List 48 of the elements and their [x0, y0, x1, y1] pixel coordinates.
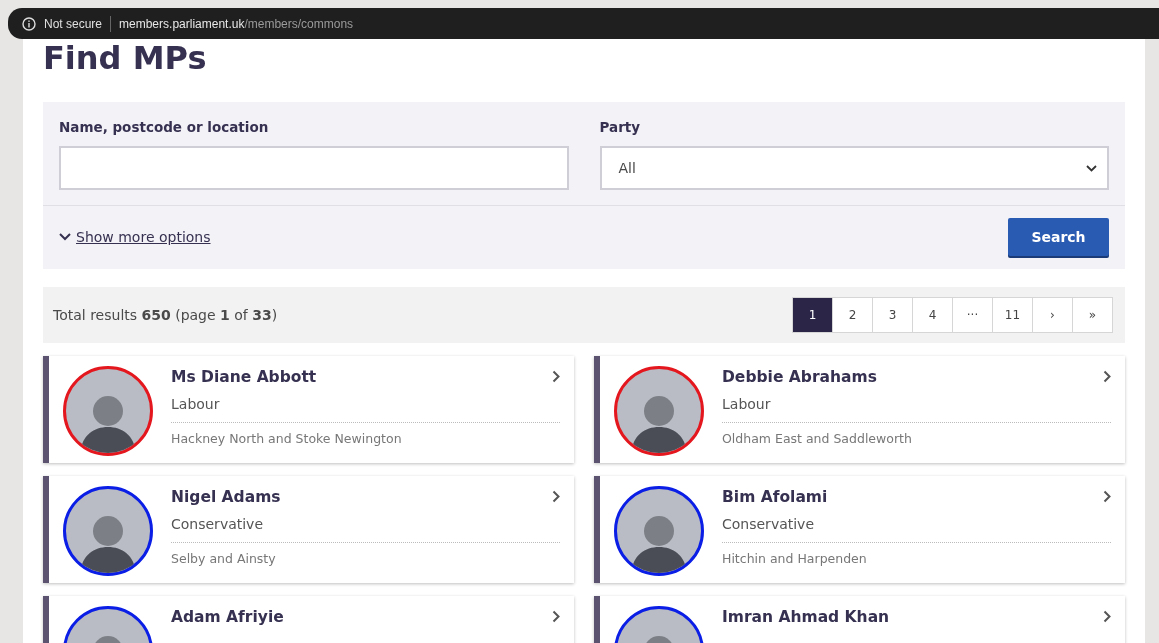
page-title: Find MPs: [43, 39, 208, 77]
chevron-down-icon: [1086, 164, 1097, 172]
member-constituency: Oldham East and Saddleworth: [722, 431, 913, 446]
page-button[interactable]: 4: [912, 297, 953, 333]
member-party: Conservative: [171, 516, 560, 543]
url-text: members.parliament.uk/members/commons: [119, 16, 354, 31]
results-summary: Total results 650 (page 1 of 33): [53, 307, 278, 323]
search-button[interactable]: Search: [1008, 218, 1109, 256]
field-label: Name, postcode or location: [59, 119, 270, 135]
member-card[interactable]: Imran Ahmad Khan: [594, 596, 1125, 643]
member-party: Labour: [171, 396, 560, 423]
page-button[interactable]: 11: [992, 297, 1033, 333]
member-name: Nigel Adams: [171, 487, 281, 506]
member-constituency: Selby and Ainsty: [171, 551, 277, 566]
member-card[interactable]: Bim Afolami Conservative Hitchin and Harpenden: [594, 476, 1125, 583]
page-button[interactable]: »: [1072, 297, 1113, 333]
member-name: Imran Ahmad Khan: [722, 607, 890, 626]
chevron-down-icon: [59, 233, 71, 241]
page-button[interactable]: ···: [952, 297, 993, 333]
show-more-options-link[interactable]: Show more options: [59, 229, 211, 245]
member-card[interactable]: Nigel Adams Conservative Selby and Ainsty: [43, 476, 574, 583]
chevron-right-icon: [1103, 609, 1111, 623]
name-input-field[interactable]: [59, 146, 569, 190]
member-name: Bim Afolami: [722, 487, 828, 506]
member-card[interactable]: Debbie Abrahams Labour Oldham East and Saddleworth: [594, 356, 1125, 463]
page-button[interactable]: ›: [1032, 297, 1073, 333]
member-card[interactable]: Adam Afriyie: [43, 596, 574, 643]
member-party: Labour: [722, 396, 1111, 423]
field-label: Party: [599, 119, 642, 135]
member-constituency: Hackney North and Stoke Newington: [171, 431, 403, 446]
chevron-right-icon: [552, 369, 560, 383]
page-button[interactable]: 2: [832, 297, 873, 333]
page-button[interactable]: 3: [872, 297, 913, 333]
page-button[interactable]: 1: [792, 297, 833, 333]
chevron-right-icon: [552, 489, 560, 503]
member-party: Conservative: [722, 516, 1111, 543]
member-name: Debbie Abrahams: [722, 367, 877, 386]
info-icon: [22, 16, 36, 31]
chevron-right-icon: [552, 609, 560, 623]
member-card[interactable]: Ms Diane Abbott Labour Hackney North and Stoke Newington: [43, 356, 574, 463]
member-name: Ms Diane Abbott: [171, 367, 317, 386]
member-constituency: Hitchin and Harpenden: [722, 551, 868, 566]
member-name: Adam Afriyie: [171, 607, 284, 626]
security-label: Not secure: [44, 16, 103, 31]
chevron-right-icon: [1103, 489, 1111, 503]
address-bar[interactable]: Not secure members.parliament.uk/members/commons: [8, 8, 1159, 39]
party-select[interactable]: All: [599, 146, 1109, 190]
chevron-right-icon: [1103, 369, 1111, 383]
